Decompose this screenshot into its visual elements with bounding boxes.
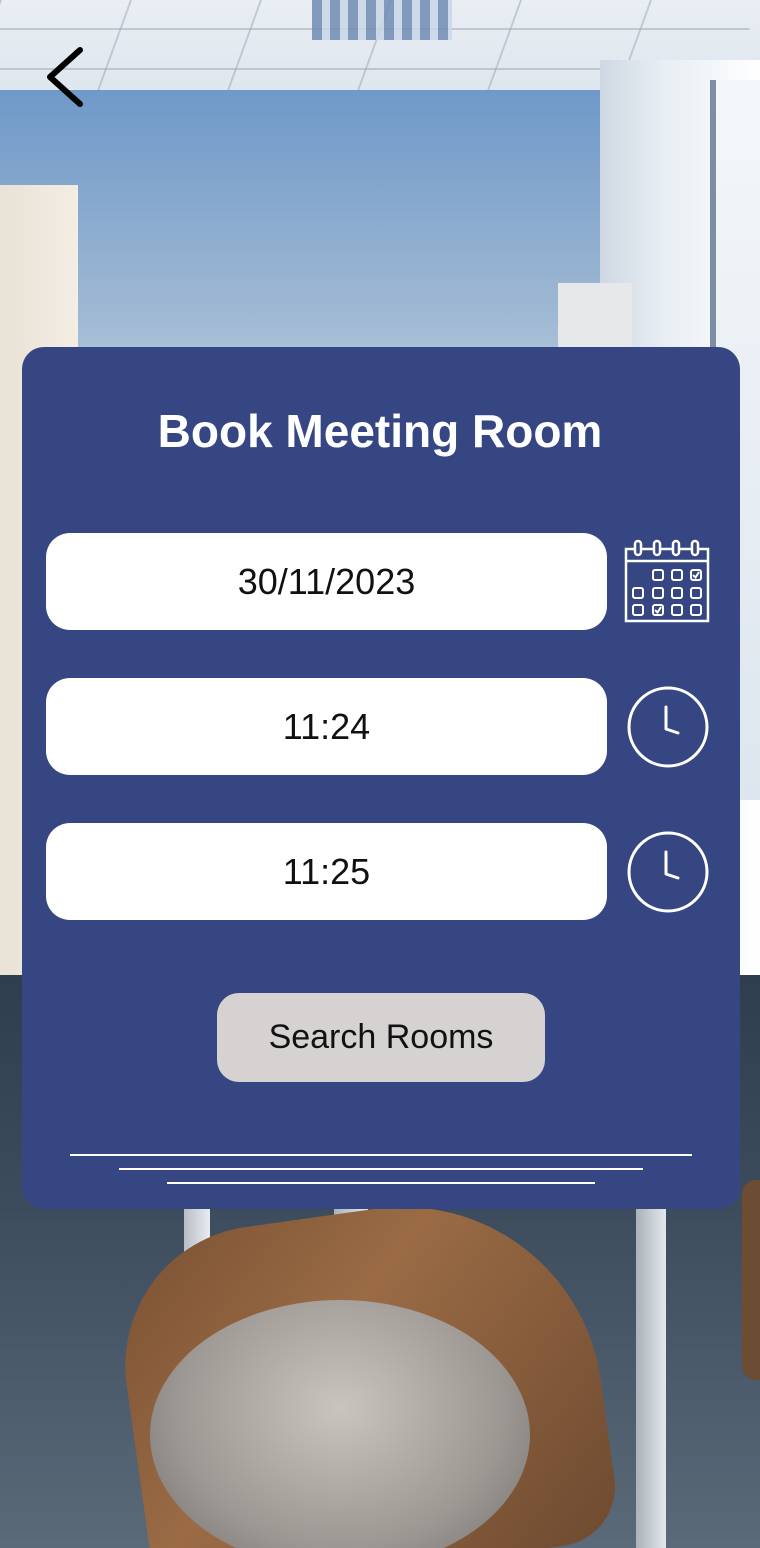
decorative-line (70, 1154, 692, 1156)
page-title: Book Meeting Room (157, 405, 603, 457)
start-time-field[interactable]: 11:24 (46, 678, 607, 775)
back-button[interactable] (38, 40, 94, 114)
clock-icon (627, 686, 709, 768)
chevron-left-icon (47, 47, 83, 107)
table-leg (636, 1200, 666, 1548)
decorative-line (119, 1168, 643, 1170)
clock-icon (627, 831, 709, 913)
start-time-picker-button[interactable] (624, 683, 712, 771)
date-picker-button[interactable] (622, 537, 712, 627)
search-rooms-button[interactable]: Search Rooms (217, 993, 545, 1082)
chair-edge (742, 1180, 760, 1380)
calendar-icon (624, 539, 710, 623)
end-time-picker-button[interactable] (624, 828, 712, 916)
date-field[interactable]: 30/11/2023 (46, 533, 607, 630)
ceiling-vent (312, 0, 452, 40)
decorative-line (167, 1182, 595, 1184)
end-time-field[interactable]: 11:25 (46, 823, 607, 920)
